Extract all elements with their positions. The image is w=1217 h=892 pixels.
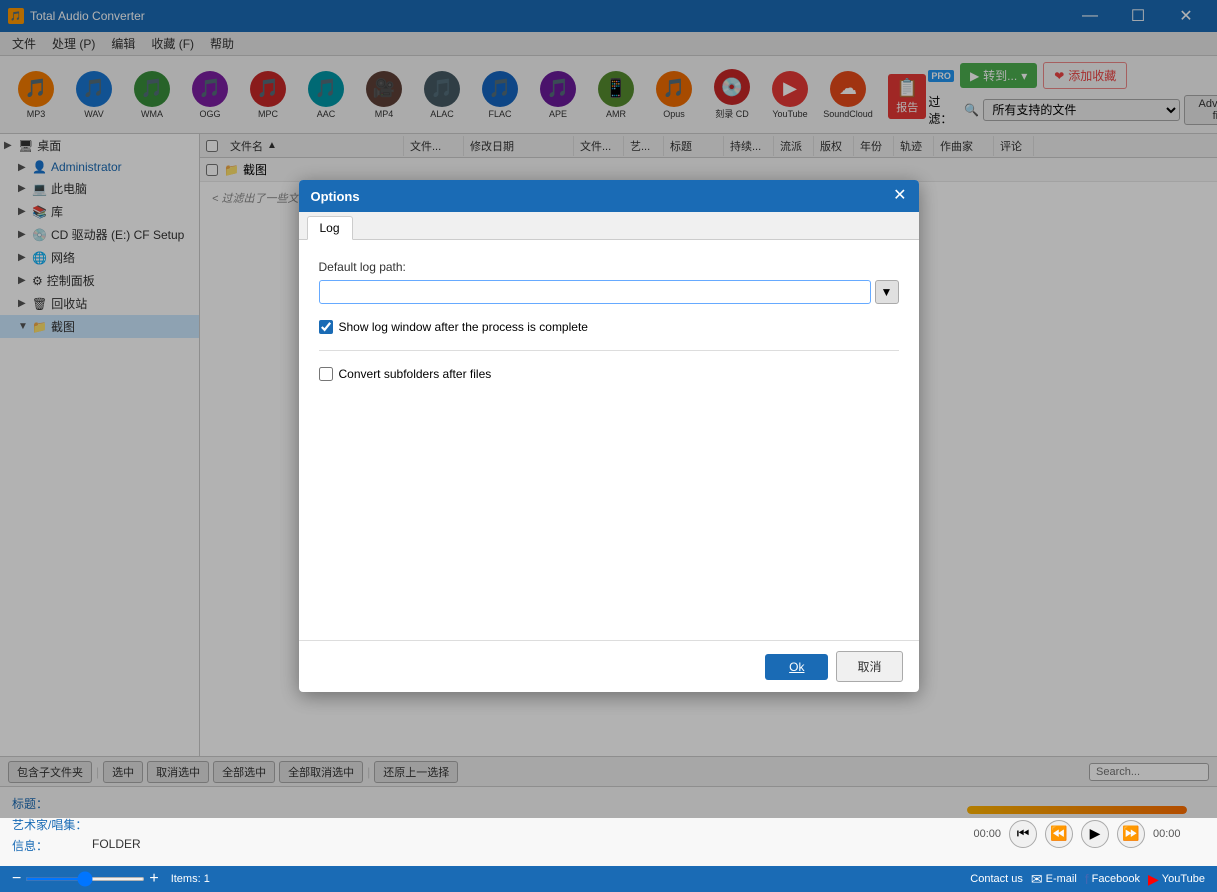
- time-left: 00:00: [973, 828, 1001, 840]
- statusbar: − + Items: 1 Contact us ✉ E-mail f Faceb…: [0, 866, 1217, 892]
- email-icon: ✉: [1031, 871, 1043, 888]
- show-log-checkbox[interactable]: [319, 320, 333, 334]
- facebook-icon: f: [1085, 871, 1089, 887]
- show-log-label: Show log window after the process is com…: [339, 320, 588, 334]
- artist-row: 艺术家/唱集：: [12, 816, 925, 833]
- browse-button[interactable]: ▼: [875, 280, 899, 304]
- youtube-link[interactable]: ▶ YouTube: [1148, 871, 1205, 888]
- dialog-footer: Ok 取消: [299, 640, 919, 692]
- prev-button[interactable]: ⏮: [1009, 820, 1037, 848]
- youtube-icon: ▶: [1148, 871, 1159, 888]
- contact-label: Contact us: [970, 873, 1023, 885]
- options-dialog: Options ✕ Log Default log path: ▼ Show l…: [299, 180, 919, 692]
- rewind-button[interactable]: ⏪: [1045, 820, 1073, 848]
- email-label: E-mail: [1046, 873, 1077, 885]
- youtube-label: YouTube: [1162, 873, 1205, 885]
- zoom-minus-button[interactable]: −: [12, 870, 21, 888]
- dialog-title-text: Options: [311, 189, 360, 204]
- email-link[interactable]: ✉ E-mail: [1031, 871, 1077, 888]
- dialog-overlay: Options ✕ Log Default log path: ▼ Show l…: [0, 0, 1217, 818]
- facebook-label: Facebook: [1092, 873, 1140, 885]
- show-log-row: Show log window after the process is com…: [319, 320, 899, 334]
- time-right: 00:00: [1153, 828, 1181, 840]
- artist-label: 艺术家/唱集：: [12, 816, 92, 833]
- player-controls: 00:00 ⏮ ⏪ ▶ ⏩ 00:00: [973, 820, 1180, 848]
- dialog-body: Default log path: ▼ Show log window afte…: [299, 240, 919, 640]
- facebook-link[interactable]: f Facebook: [1085, 871, 1140, 887]
- dialog-title: Options ✕: [299, 180, 919, 212]
- log-path-row: ▼: [319, 280, 899, 304]
- play-button[interactable]: ▶: [1081, 820, 1109, 848]
- convert-subfolders-checkbox[interactable]: [319, 367, 333, 381]
- ok-button[interactable]: Ok: [765, 654, 828, 680]
- convert-subfolders-row: Convert subfolders after files: [319, 367, 899, 381]
- info-label: 信息：: [12, 837, 92, 854]
- cancel-button[interactable]: 取消: [836, 651, 902, 682]
- dialog-close-button[interactable]: ✕: [893, 188, 906, 204]
- tab-log[interactable]: Log: [307, 216, 353, 240]
- divider: [319, 350, 899, 351]
- forward-button[interactable]: ⏩: [1117, 820, 1145, 848]
- convert-subfolders-label: Convert subfolders after files: [339, 367, 492, 381]
- zoom-slider[interactable]: [25, 877, 145, 881]
- dialog-tabs: Log: [299, 212, 919, 240]
- zoom-plus-button[interactable]: +: [149, 870, 158, 888]
- log-path-input[interactable]: [319, 280, 871, 304]
- contact-area: Contact us ✉ E-mail f Facebook ▶ YouTube: [970, 871, 1205, 888]
- info-value: FOLDER: [92, 837, 141, 854]
- log-path-label: Default log path:: [319, 260, 899, 274]
- info-row: 信息： FOLDER: [12, 837, 925, 854]
- items-count: Items: 1: [171, 873, 210, 885]
